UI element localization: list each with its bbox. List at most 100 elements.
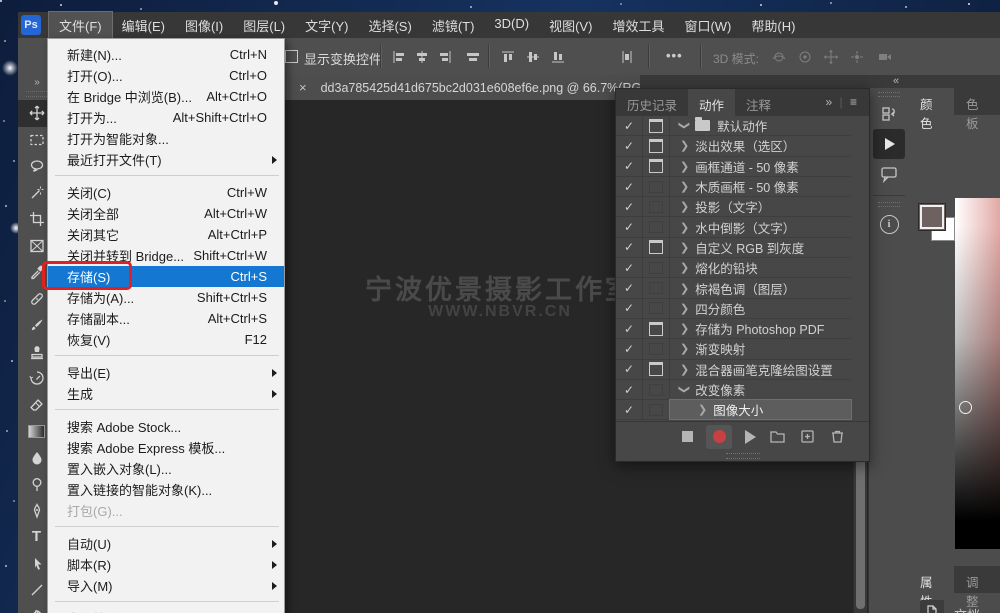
file-menu-item-2[interactable]: 打开(O)...Ctrl+O xyxy=(48,65,284,86)
history-panel-icon[interactable] xyxy=(869,99,909,129)
file-menu-item-20[interactable]: 搜索 Adobe Stock... xyxy=(48,416,284,437)
action-dialog-toggle[interactable] xyxy=(643,299,670,318)
action-dialog-toggle[interactable] xyxy=(643,319,670,338)
properties-panel-tab-2[interactable]: 调整 xyxy=(954,566,1000,593)
action-enabled-check[interactable]: ✓ xyxy=(616,319,643,338)
action-enabled-check[interactable]: ✓ xyxy=(616,157,643,176)
file-menu-item-8[interactable]: 关闭(C)Ctrl+W xyxy=(48,182,284,203)
action-content[interactable]: ❯默认动作 xyxy=(670,116,851,135)
file-menu-item-15[interactable]: 恢复(V)F12 xyxy=(48,329,284,350)
notes-panel-icon[interactable] xyxy=(869,159,909,189)
distribute-h-icon[interactable] xyxy=(464,48,482,66)
action-row-6[interactable]: ✓❯水中倒影（文字） xyxy=(616,217,851,237)
action-row-2[interactable]: ✓ ❯淡出效果（选区） xyxy=(616,136,851,156)
file-menu-item-27[interactable]: 脚本(R) xyxy=(48,554,284,575)
color-picker-gradient[interactable] xyxy=(955,198,1000,549)
action-dialog-toggle[interactable] xyxy=(643,197,670,216)
chevron-right-icon[interactable]: ❯ xyxy=(680,363,689,376)
action-content[interactable]: ❯混合器画笔克隆绘图设置 xyxy=(670,360,851,379)
menubar-item-8[interactable]: 3D(D) xyxy=(484,12,539,39)
action-enabled-check[interactable]: ✓ xyxy=(616,360,643,379)
action-row-12[interactable]: ✓❯渐变映射 xyxy=(616,339,851,359)
action-content[interactable]: ❯木质画框 - 50 像素 xyxy=(670,177,851,196)
distribute-center-icon[interactable] xyxy=(618,48,636,66)
action-enabled-check[interactable]: ✓ xyxy=(616,278,643,297)
file-menu-item-22[interactable]: 置入嵌入对象(L)... xyxy=(48,458,284,479)
action-dialog-toggle[interactable] xyxy=(643,238,670,257)
chevron-right-icon[interactable]: ❯ xyxy=(680,282,689,295)
action-dialog-toggle[interactable] xyxy=(643,380,670,399)
file-menu-item-28[interactable]: 导入(M) xyxy=(48,575,284,596)
file-menu-item-6[interactable]: 最近打开文件(T) xyxy=(48,149,284,170)
menubar-item-12[interactable]: 帮助(H) xyxy=(741,12,805,39)
align-left-icon[interactable] xyxy=(390,48,408,66)
file-menu-item-18[interactable]: 生成 xyxy=(48,383,284,404)
color-picker-selector[interactable] xyxy=(959,401,972,414)
actions-panel-icon[interactable] xyxy=(873,129,905,159)
file-menu-item-23[interactable]: 置入链接的智能对象(K)... xyxy=(48,479,284,500)
document-tab[interactable]: × dd3a785425d41d675bc2d031e608ef6e.png @… xyxy=(283,75,640,100)
chevron-down-icon[interactable]: ❯ xyxy=(678,121,691,130)
menubar-item-3[interactable]: 图像(I) xyxy=(175,12,233,39)
chevron-right-icon[interactable]: ❯ xyxy=(680,302,689,315)
action-content[interactable]: ❯渐变映射 xyxy=(670,339,851,358)
action-row-8[interactable]: ✓❯熔化的铅块 xyxy=(616,258,851,278)
menubar-item-4[interactable]: 图层(L) xyxy=(233,12,295,39)
record-button[interactable] xyxy=(706,425,732,449)
action-row-5[interactable]: ✓❯投影（文字） xyxy=(616,197,851,217)
properties-panel-tab-1[interactable]: 属性 xyxy=(908,566,954,593)
menubar-item-10[interactable]: 增效工具 xyxy=(602,12,674,39)
color-panel-tab-1[interactable]: 颜色 xyxy=(908,88,954,115)
delete-action-button[interactable] xyxy=(829,428,846,445)
more-options-button[interactable]: ••• xyxy=(666,48,683,63)
action-row-9[interactable]: ✓❯棕褐色调（图层） xyxy=(616,278,851,298)
file-menu-item-13[interactable]: 存储为(A)...Shift+Ctrl+S xyxy=(48,287,284,308)
align-middle-icon[interactable] xyxy=(524,48,542,66)
color-panel-tab-2[interactable]: 色板 xyxy=(954,88,1000,115)
chevron-right-icon[interactable]: ❯ xyxy=(680,180,689,193)
align-right-icon[interactable] xyxy=(436,48,454,66)
action-enabled-check[interactable]: ✓ xyxy=(616,400,643,419)
action-enabled-check[interactable]: ✓ xyxy=(616,380,643,399)
align-top-icon[interactable] xyxy=(499,48,517,66)
file-menu-item-21[interactable]: 搜索 Adobe Express 模板... xyxy=(48,437,284,458)
file-menu-item-10[interactable]: 关闭其它Alt+Ctrl+P xyxy=(48,224,284,245)
action-enabled-check[interactable]: ✓ xyxy=(616,217,643,236)
action-row-13[interactable]: ✓ ❯混合器画笔克隆绘图设置 xyxy=(616,360,851,380)
file-menu-item-9[interactable]: 关闭全部Alt+Ctrl+W xyxy=(48,203,284,224)
action-dialog-toggle[interactable] xyxy=(643,339,670,358)
file-menu-item-1[interactable]: 新建(N)...Ctrl+N xyxy=(48,44,284,65)
chevron-right-icon[interactable]: ❯ xyxy=(680,139,689,152)
action-dialog-toggle[interactable] xyxy=(643,136,670,155)
menubar-item-1[interactable]: 文件(F) xyxy=(49,12,112,39)
new-action-button[interactable] xyxy=(799,428,816,445)
action-row-14[interactable]: ✓❯改变像素 xyxy=(616,380,851,400)
action-enabled-check[interactable]: ✓ xyxy=(616,136,643,155)
chevron-right-icon[interactable]: ❯ xyxy=(698,403,707,416)
menubar-item-7[interactable]: 滤镜(T) xyxy=(422,12,485,39)
toolbar-grip[interactable] xyxy=(26,91,47,97)
action-content[interactable]: ❯投影（文字） xyxy=(670,197,851,216)
action-row-10[interactable]: ✓❯四分颜色 xyxy=(616,299,851,319)
action-enabled-check[interactable]: ✓ xyxy=(616,177,643,196)
3d-slide-icon[interactable] xyxy=(848,48,866,66)
new-action-set-button[interactable] xyxy=(769,428,786,445)
align-center-h-icon[interactable] xyxy=(413,48,431,66)
action-row-11[interactable]: ✓❯存储为 Photoshop PDF xyxy=(616,319,851,339)
info-panel-icon[interactable]: i xyxy=(869,209,909,239)
file-menu-item-3[interactable]: 在 Bridge 中浏览(B)...Alt+Ctrl+O xyxy=(48,86,284,107)
action-row-4[interactable]: ✓ ❯木质画框 - 50 像素 xyxy=(616,177,851,197)
action-content[interactable]: ❯淡出效果（选区） xyxy=(670,136,851,155)
action-content[interactable]: ❯四分颜色 xyxy=(670,299,851,318)
chevron-right-icon[interactable]: ❯ xyxy=(680,261,689,274)
action-enabled-check[interactable]: ✓ xyxy=(616,238,643,257)
action-content[interactable]: ❯熔化的铅块 xyxy=(670,258,851,277)
actions-panel-tab-1[interactable]: 历史记录 xyxy=(616,89,688,116)
foreground-color-swatch[interactable] xyxy=(918,203,946,231)
3d-pan-icon[interactable] xyxy=(822,48,840,66)
file-menu-item-14[interactable]: 存储副本...Alt+Ctrl+S xyxy=(48,308,284,329)
action-content[interactable]: ❯画框通道 - 50 像素 xyxy=(670,157,851,176)
action-row-1[interactable]: ✓❯默认动作 xyxy=(616,116,851,136)
menubar-item-9[interactable]: 视图(V) xyxy=(539,12,602,39)
menubar-item-11[interactable]: 窗口(W) xyxy=(674,12,741,39)
